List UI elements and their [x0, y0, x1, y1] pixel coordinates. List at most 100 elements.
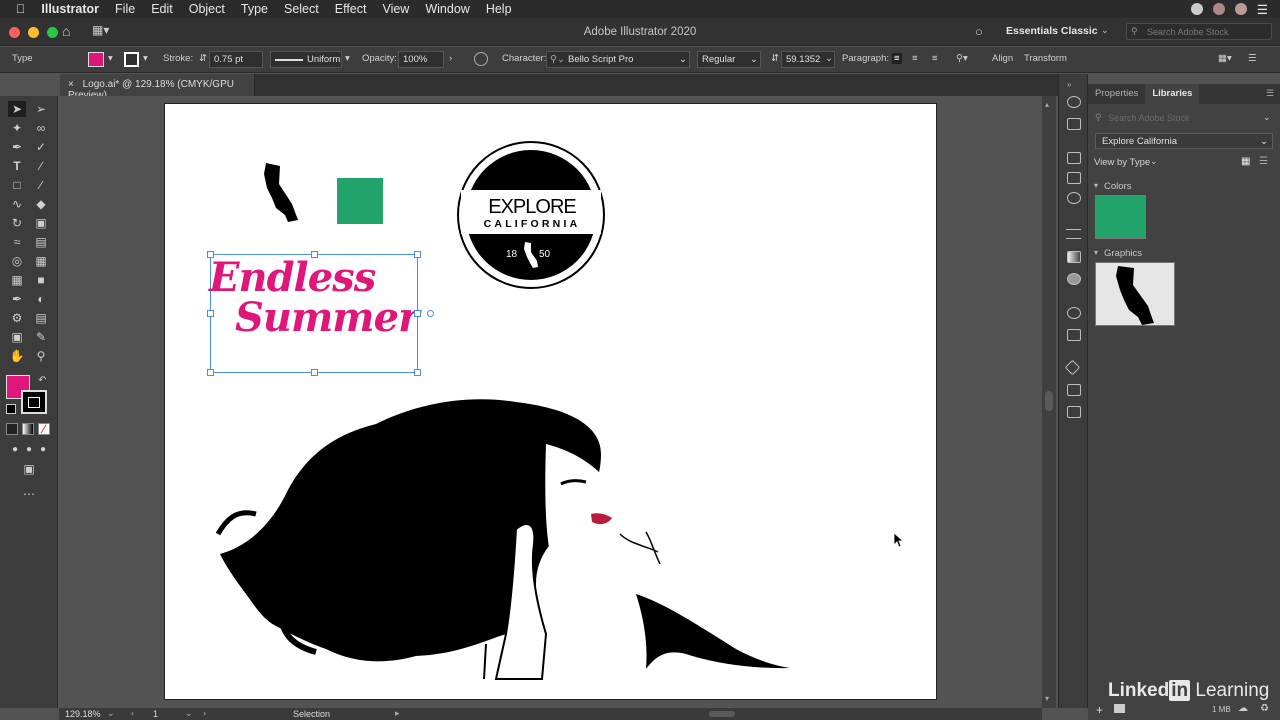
recolor-artwork-icon[interactable]: [474, 52, 488, 66]
swatches-icon[interactable]: [1067, 152, 1081, 164]
isolate-icon[interactable]: ▦▾: [1218, 53, 1232, 64]
curvature-tool-icon[interactable]: ✓: [32, 139, 50, 155]
gradient-panel-icon[interactable]: [1067, 251, 1081, 263]
menu-window[interactable]: Window: [417, 2, 477, 16]
font-family-select[interactable]: ⚲⌄ Bello Script Pro ⌄: [546, 51, 690, 68]
selection-handle-br[interactable]: [414, 369, 421, 376]
eraser-tool-icon[interactable]: ◆: [32, 196, 50, 212]
stroke-swatch[interactable]: [124, 52, 139, 67]
screen-mode-icon[interactable]: ▣: [20, 461, 38, 477]
font-style-select[interactable]: Regular ⌄: [697, 51, 761, 68]
selection-handle-bm[interactable]: [311, 369, 318, 376]
stroke-style-dropdown-icon[interactable]: ▾: [345, 53, 350, 64]
list-view-icon[interactable]: ☰: [1259, 156, 1268, 167]
woman-hair-illustration[interactable]: [216, 394, 796, 684]
stroke-dropdown-icon[interactable]: ▾: [143, 53, 148, 64]
artboards-panel-icon[interactable]: [1067, 406, 1081, 418]
transform-link[interactable]: Transform: [1024, 53, 1067, 64]
selection-handle-mr[interactable]: [414, 310, 421, 317]
status-menu-icon[interactable]: ▸: [395, 708, 400, 719]
previous-artboard-icon[interactable]: ‹: [131, 708, 134, 718]
selection-handle-tm[interactable]: [311, 251, 318, 258]
perspective-grid-tool-icon[interactable]: ▦: [32, 253, 50, 269]
gradient-mode-icon[interactable]: [22, 423, 34, 435]
shaper-tool-icon[interactable]: ∿: [8, 196, 26, 212]
layers-icon[interactable]: [1064, 359, 1081, 376]
character-label[interactable]: Character:: [502, 53, 546, 64]
artboard-tool-icon[interactable]: ▣: [8, 329, 26, 345]
column-graph-tool-icon[interactable]: ▤: [32, 310, 50, 326]
default-colors-icon[interactable]: [6, 404, 16, 414]
align-link[interactable]: Align: [992, 53, 1013, 64]
align-right-icon[interactable]: ≡: [932, 53, 938, 64]
library-graphic-thumbnail[interactable]: [1095, 262, 1175, 326]
artboard-number-field[interactable]: 1: [153, 709, 158, 719]
panel-menu-icon[interactable]: ☰: [1266, 88, 1274, 99]
selection-handle-tr[interactable]: [414, 251, 421, 258]
opacity-arrow-icon[interactable]: ›: [449, 53, 452, 64]
collapse-panels-icon[interactable]: »: [1067, 80, 1071, 89]
add-content-icon[interactable]: +: [1096, 703, 1103, 717]
stroke-color-swatch[interactable]: [21, 390, 47, 414]
font-size-stepper-icon[interactable]: ⇵: [771, 53, 779, 64]
paintbrush-tool-icon[interactable]: ∕: [32, 177, 50, 193]
color-mode-icon[interactable]: [6, 423, 18, 435]
gradient-tool-icon[interactable]: ■: [32, 272, 50, 288]
pen-tool-icon[interactable]: ✒: [8, 139, 26, 155]
selection-handle-ml[interactable]: [207, 310, 214, 317]
menu-effect[interactable]: Effect: [327, 2, 375, 16]
trash-icon[interactable]: ♻: [1260, 703, 1269, 714]
properties-panel-icon[interactable]: [1067, 118, 1081, 130]
width-tool-icon[interactable]: ≈: [8, 234, 26, 250]
magic-wand-tool-icon[interactable]: ✦: [8, 120, 26, 136]
chevron-down-icon[interactable]: ⌄: [1101, 25, 1109, 36]
document-tab[interactable]: × Logo.ai* @ 129.18% (CMYK/GPU Preview): [60, 74, 255, 101]
symbol-sprayer-tool-icon[interactable]: ⚙: [8, 310, 26, 326]
california-silhouette[interactable]: [258, 160, 304, 226]
endless-summer-text[interactable]: Endless Summer: [209, 258, 421, 338]
stroke-weight-field[interactable]: 0.75 pt: [209, 51, 263, 68]
view-by-chevron-icon[interactable]: ⌄: [1150, 156, 1158, 167]
edit-toolbar-icon[interactable]: ⋯: [20, 486, 38, 502]
asset-export-icon[interactable]: [1067, 384, 1081, 396]
view-by-type-select[interactable]: View by Type: [1094, 157, 1150, 168]
rotate-tool-icon[interactable]: ↻: [8, 215, 26, 231]
lasso-tool-icon[interactable]: ∞: [32, 120, 50, 136]
menu-view[interactable]: View: [374, 2, 417, 16]
tab-properties[interactable]: Properties: [1088, 84, 1145, 104]
stock-search-box[interactable]: ⚲ Search Adobe Stock: [1126, 23, 1272, 40]
opacity-field[interactable]: 100%: [398, 51, 444, 68]
scroll-up-icon[interactable]: ▴: [1045, 100, 1049, 109]
vertical-scroll-thumb[interactable]: [1045, 391, 1053, 411]
graph-style-icon[interactable]: ⚲▾: [956, 53, 968, 64]
selection-tool-icon[interactable]: ➤: [8, 101, 26, 117]
graphic-styles-icon[interactable]: [1067, 329, 1081, 341]
menu-edit[interactable]: Edit: [143, 2, 181, 16]
menu-object[interactable]: Object: [181, 2, 233, 16]
shape-builder-tool-icon[interactable]: ◎: [8, 253, 26, 269]
stroke-stepper-icon[interactable]: ⇵: [199, 53, 207, 64]
symbols-icon[interactable]: [1067, 192, 1081, 204]
zoom-tool-icon[interactable]: ⚲: [32, 348, 50, 364]
grid-view-icon[interactable]: ▦: [1241, 156, 1250, 167]
direct-selection-tool-icon[interactable]: ➢: [32, 101, 50, 117]
appearance-panel-icon[interactable]: [1067, 307, 1081, 319]
draw-inside-icon[interactable]: ●: [34, 442, 52, 458]
swap-colors-icon[interactable]: ↶: [38, 375, 46, 386]
library-search-chevron-icon[interactable]: ⌄: [1263, 112, 1271, 123]
type-tool-icon[interactable]: T: [8, 158, 26, 174]
brushes-icon[interactable]: [1067, 172, 1081, 184]
scroll-down-icon[interactable]: ▾: [1045, 694, 1049, 703]
free-transform-tool-icon[interactable]: ▤: [32, 234, 50, 250]
scale-tool-icon[interactable]: ▣: [32, 215, 50, 231]
align-left-icon[interactable]: ≡: [892, 53, 902, 64]
cloud-sync-icon[interactable]: ☁: [1238, 703, 1248, 714]
fill-dropdown-icon[interactable]: ▾: [108, 53, 113, 64]
slice-tool-icon[interactable]: ✎: [32, 329, 50, 345]
graphics-collapse-icon[interactable]: ▾: [1094, 248, 1098, 257]
stroke-panel-icon[interactable]: [1066, 229, 1081, 239]
stroke-style-select[interactable]: Uniform: [270, 51, 342, 68]
menu-type[interactable]: Type: [233, 2, 276, 16]
vertical-scrollbar[interactable]: ▴ ▾: [1042, 96, 1056, 708]
selection-handle-bl[interactable]: [207, 369, 214, 376]
